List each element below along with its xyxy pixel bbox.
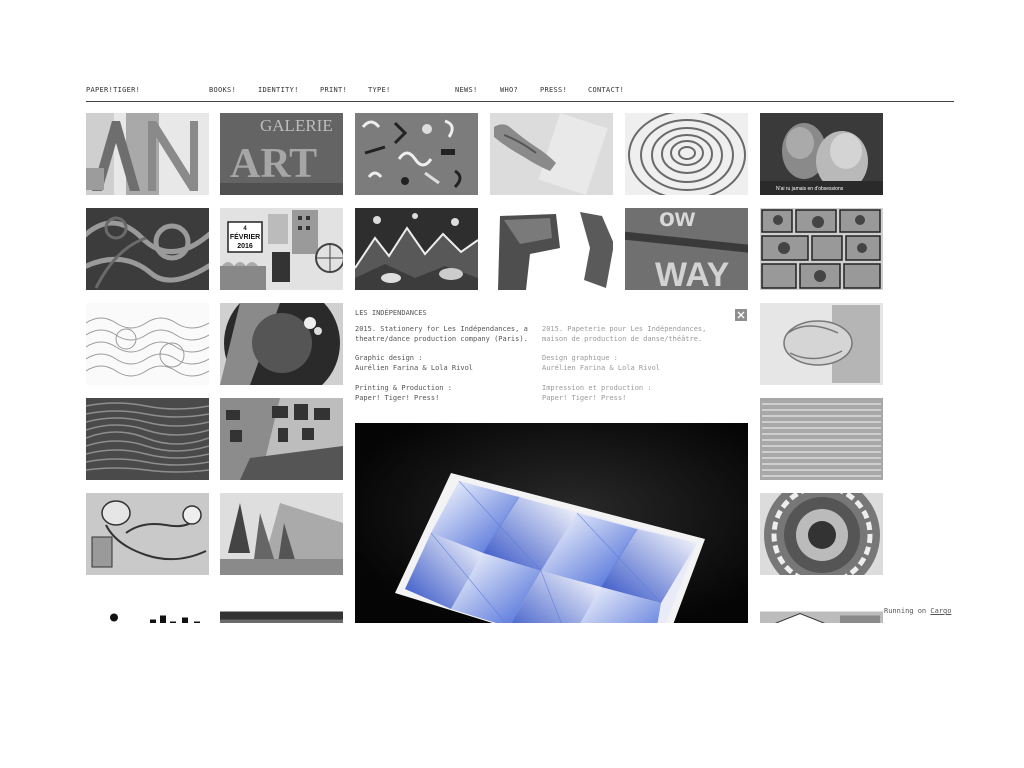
- way-word: WAY: [655, 256, 730, 290]
- project-thumbnail-crowd-photo[interactable]: [220, 588, 343, 623]
- project-thumbnail-an-letters[interactable]: [86, 113, 209, 195]
- project-thumbnail-kiss-photo[interactable]: N'ai ru jamais en d'obsessions: [760, 113, 883, 195]
- close-icon: [737, 311, 745, 319]
- nav-item-print[interactable]: PRINT!: [320, 86, 347, 94]
- brand-link[interactable]: PAPER!TIGER!: [86, 86, 140, 94]
- production-credit-fr: Impression et production : Paper! Tiger!…: [542, 384, 652, 402]
- project-thumbnail-circular-plate[interactable]: [760, 493, 883, 575]
- nav-item-who[interactable]: WHO?: [500, 86, 518, 94]
- nav-item-press[interactable]: PRESS!: [540, 86, 567, 94]
- project-thumbnail-bars-type[interactable]: [86, 588, 209, 623]
- project-thumbnail-dark-swirls[interactable]: [86, 208, 209, 290]
- project-detail-panel: LES INDÉPENDANCES 2015. Stationery for L…: [355, 303, 748, 623]
- graphic-design-credit-en: Graphic design : Aurélien Farina & Lola …: [355, 354, 474, 372]
- cargo-link[interactable]: Cargo: [930, 607, 951, 615]
- project-main-image: [355, 423, 748, 623]
- kiss-caption: N'ai ru jamais en d'obsessions: [776, 186, 844, 192]
- project-thumbnail-calendar-city[interactable]: 4 FÉVRIER 2016: [220, 208, 343, 290]
- calendar-year: 2016: [237, 243, 253, 250]
- nav-item-identity[interactable]: IDENTITY!: [258, 86, 299, 94]
- project-thumbnail-windsurf-photo[interactable]: [220, 493, 343, 575]
- project-thumbnail-way-type[interactable]: ow WAY: [625, 208, 748, 290]
- project-thumbnail-dark-circle[interactable]: [220, 303, 343, 385]
- nav-item-contact[interactable]: CONTACT!: [588, 86, 624, 94]
- graphic-design-credit-fr: Design graphique : Aurélien Farina & Lol…: [542, 354, 661, 372]
- calendar-month: FÉVRIER: [230, 232, 260, 241]
- project-thumbnail-paper-hand[interactable]: [490, 113, 613, 195]
- top-navigation: PAPER!TIGER! BOOKS! IDENTITY! PRINT! TYP…: [86, 86, 954, 102]
- svg-text:ow: ow: [659, 208, 696, 232]
- project-thumbnail-contour-lines[interactable]: [625, 113, 748, 195]
- art-word: ART: [230, 141, 317, 187]
- project-thumbnail-hand-sculpture[interactable]: [760, 303, 883, 385]
- project-thumbnail-gallery-photo[interactable]: [220, 398, 343, 480]
- nav-item-news[interactable]: NEWS!: [455, 86, 478, 94]
- galerie-word: GALERIE: [260, 116, 333, 135]
- nav-item-type[interactable]: TYPE!: [368, 86, 391, 94]
- project-thumbnail-line-pattern[interactable]: [86, 303, 209, 385]
- project-description-fr: 2015. Papeterie pour Les Indépendances, …: [542, 325, 707, 343]
- project-thumbnail-pattern-shapes[interactable]: [355, 113, 478, 195]
- close-button[interactable]: [735, 309, 747, 321]
- project-thumbnail-greek-illustration[interactable]: [86, 493, 209, 575]
- project-thumbnail-torn-paper[interactable]: [490, 208, 613, 290]
- project-description-en: 2015. Stationery for Les Indépendances, …: [355, 325, 528, 343]
- project-thumbnail-text-page[interactable]: [760, 398, 883, 480]
- footer-prefix: Running on: [884, 607, 927, 615]
- project-title: LES INDÉPENDANCES: [355, 309, 427, 317]
- footer: Running on Cargo: [884, 607, 951, 615]
- project-thumbnail-galerie-art[interactable]: GALERIE ART: [220, 113, 343, 195]
- project-thumbnail-house-drawing[interactable]: [760, 588, 883, 623]
- nav-item-books[interactable]: BOOKS!: [209, 86, 236, 94]
- production-credit-en: Printing & Production : Paper! Tiger! Pr…: [355, 384, 452, 402]
- project-thumbnail-mountain-print[interactable]: [355, 208, 478, 290]
- project-thumbnail-comic-grid[interactable]: [760, 208, 883, 290]
- project-thumbnail-wave-lines[interactable]: [86, 398, 209, 480]
